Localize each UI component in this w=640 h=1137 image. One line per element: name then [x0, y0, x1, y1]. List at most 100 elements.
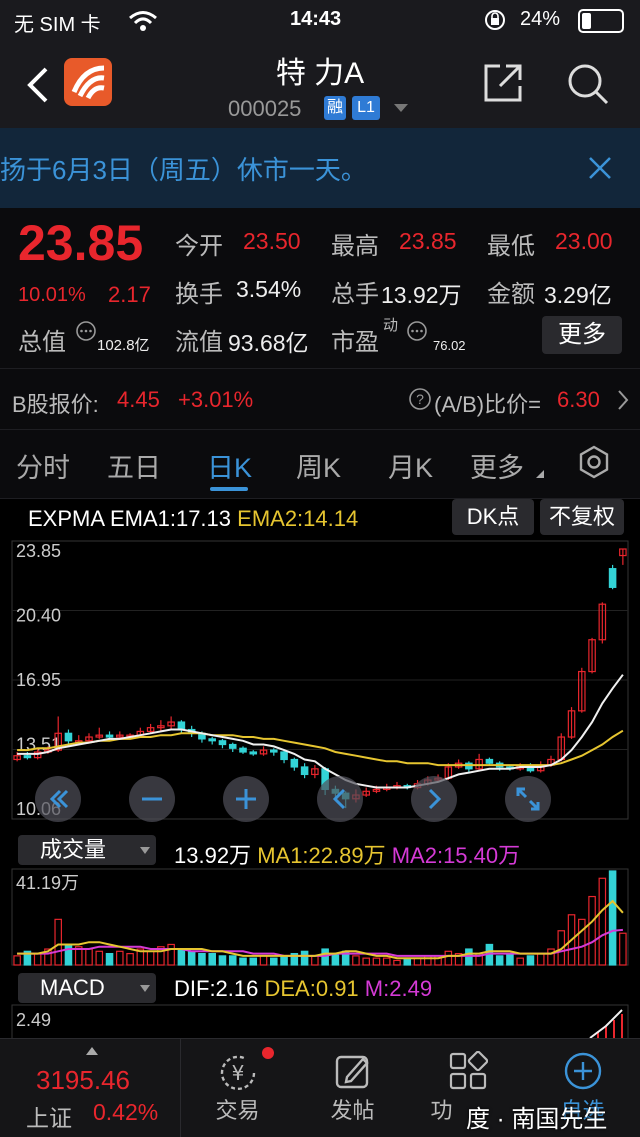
- amount-value: 3.29亿: [544, 282, 612, 308]
- tab-weekly-k[interactable]: 周K: [296, 446, 341, 485]
- turnover-label: 换手: [175, 281, 223, 308]
- float-cap-label: 流值: [175, 329, 223, 356]
- share-icon[interactable]: [482, 62, 524, 104]
- zoom-out-icon[interactable]: [129, 776, 175, 822]
- low-value: 23.00: [555, 228, 613, 254]
- macd-indicator-select[interactable]: MACD: [18, 973, 156, 1003]
- gear-icon[interactable]: [576, 444, 612, 480]
- svg-text:?: ?: [416, 391, 424, 407]
- battery-text: 24%: [520, 8, 561, 30]
- macd-dif-label: DIF:2.16: [174, 976, 259, 1001]
- margin-badge: 融: [324, 96, 346, 120]
- volume-ma1-label: MA1:22.89万: [257, 843, 386, 868]
- nav-trade[interactable]: ¥ 交易: [180, 1039, 295, 1137]
- high-label: 最高: [331, 233, 379, 260]
- volume-bar: [280, 955, 288, 966]
- volume-bar: [578, 918, 586, 966]
- candle: [485, 758, 494, 764]
- y-tick-label: 16.95: [16, 670, 61, 690]
- caret-down-icon: [140, 985, 150, 992]
- scroll-right-icon[interactable]: [411, 776, 457, 822]
- volume-bar: [208, 952, 216, 966]
- volume-bar: [372, 957, 381, 966]
- status-bar: 无 SIM 卡 14:43 24%: [0, 0, 640, 40]
- tab-monthly-k[interactable]: 月K: [388, 446, 433, 485]
- dk-point-button[interactable]: DK点: [452, 499, 534, 535]
- candle: [105, 734, 114, 738]
- candle: [208, 738, 216, 742]
- volume-bar: [105, 952, 114, 966]
- search-icon[interactable]: [566, 62, 610, 106]
- volume-bar: [444, 950, 453, 966]
- volume-chart[interactable]: 41.19万: [0, 867, 640, 967]
- candle: [239, 747, 247, 753]
- volume-bar: [218, 955, 227, 966]
- b-share-row[interactable]: B股报价: 4.45 +3.01% ? (A/B)比价= 6.30: [0, 368, 640, 430]
- scroll-left-icon[interactable]: [317, 776, 363, 822]
- change-percent: 10.01%: [18, 284, 86, 306]
- high-value: 23.85: [399, 228, 457, 254]
- volume-indicator-select[interactable]: 成交量: [18, 835, 156, 865]
- volume-bar: [536, 952, 545, 966]
- ema1-label: EMA1:17.13: [109, 506, 232, 531]
- volume-bar: [85, 948, 93, 966]
- volume-bar: [13, 955, 21, 966]
- volume-bar: [526, 955, 535, 966]
- volume-label: 总手: [331, 281, 379, 308]
- tab-daily-k[interactable]: 日K: [207, 446, 252, 485]
- tab-intraday[interactable]: 分时: [16, 446, 70, 485]
- chart-frame: [11, 868, 629, 966]
- volume-bar: [167, 943, 175, 966]
- volume-bar: [547, 948, 555, 966]
- battery-icon: [578, 9, 624, 33]
- svg-text:¥: ¥: [232, 1061, 245, 1085]
- volume-bar: [249, 957, 258, 966]
- macd-chart[interactable]: 2.49: [0, 1004, 640, 1038]
- open-value: 23.50: [243, 228, 301, 254]
- zoom-in-icon[interactable]: [223, 776, 269, 822]
- rotation-lock-icon: [485, 10, 505, 30]
- volume-bar: [126, 952, 134, 966]
- volume-bar: [228, 955, 237, 966]
- notice-text: 扬于6月3日（周五）休市一天。: [0, 155, 367, 185]
- volume-bar: [608, 870, 617, 966]
- macd-indicator-label: MACD: [40, 975, 105, 1000]
- back-arrow-icon[interactable]: [26, 66, 50, 104]
- volume-bar: [506, 952, 514, 966]
- period-tabs: 分时 五日 日K 周K 月K 更多: [0, 430, 640, 499]
- caret-down-icon[interactable]: [394, 104, 408, 112]
- stock-code: 000025: [228, 96, 302, 121]
- volume-legend: 13.92万 MA1:22.89万 MA2:15.40万: [174, 838, 520, 870]
- last-price: 23.85: [18, 215, 144, 271]
- volume-bar: [321, 948, 329, 966]
- volume-value-label: 13.92万: [174, 843, 252, 868]
- volume-bar: [270, 957, 278, 966]
- ema2-label: EMA2:14.14: [237, 506, 359, 531]
- float-cap-value: 93.68亿: [228, 330, 309, 356]
- pe-superscript: 动: [383, 317, 399, 334]
- candle: [290, 758, 299, 768]
- scroll-right-icon-bg: [411, 776, 457, 822]
- candle: [23, 755, 32, 759]
- notice-banner[interactable]: 扬于6月3日（周五）休市一天。: [0, 128, 640, 208]
- volume-bar: [177, 948, 186, 966]
- amount-label: 金额: [487, 281, 535, 308]
- fullscreen-icon[interactable]: [505, 776, 551, 822]
- more-button[interactable]: 更多: [542, 316, 622, 354]
- help-icon[interactable]: ?: [408, 387, 432, 411]
- quote-panel: 23.85 10.01% 2.17 今开 23.50 最高 23.85 最低 2…: [0, 208, 640, 368]
- more-info-icon[interactable]: [406, 320, 428, 342]
- volume-bar: [300, 950, 309, 966]
- more-info-icon[interactable]: [75, 320, 97, 342]
- volume-ma2-label: MA2:15.40万: [391, 843, 521, 868]
- kline-chart[interactable]: 23.8520.4016.9513.5110.06: [0, 537, 640, 827]
- tab-more[interactable]: 更多: [470, 446, 524, 485]
- rewind-icon[interactable]: [35, 776, 81, 822]
- volume-bar: [311, 955, 319, 966]
- close-icon[interactable]: [588, 156, 612, 180]
- b-share-price: 4.45: [117, 387, 160, 412]
- index-value[interactable]: 3195.46: [36, 1065, 130, 1096]
- volume-bar: [331, 952, 340, 966]
- tab-five-day[interactable]: 五日: [107, 446, 161, 485]
- adjust-button[interactable]: 不复权: [540, 499, 624, 535]
